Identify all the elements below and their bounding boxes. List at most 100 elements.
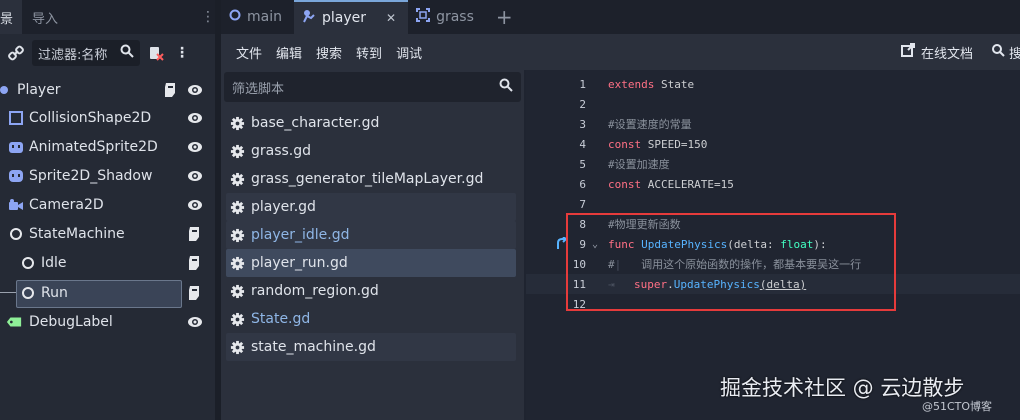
tree-node-debuglabel[interactable]: DebugLabel bbox=[0, 308, 215, 336]
search-help-button[interactable]: 搜 bbox=[991, 34, 1020, 70]
tree-node-player[interactable]: Player bbox=[0, 76, 215, 104]
tree-node-label: DebugLabel bbox=[29, 314, 113, 330]
code-keyword: const bbox=[608, 137, 642, 151]
code-line: 1 extends State bbox=[526, 74, 1020, 94]
animated-sprite-icon bbox=[8, 139, 24, 155]
gear-icon bbox=[229, 227, 245, 243]
script-item[interactable]: grass_generator_tileMapLayer.gd bbox=[226, 165, 516, 193]
visibility-eye-icon[interactable] bbox=[187, 139, 203, 155]
line-number: 2 bbox=[579, 97, 586, 111]
code-keyword: const bbox=[608, 177, 642, 191]
tree-node-run[interactable]: Run bbox=[0, 279, 215, 307]
script-item[interactable]: State.gd bbox=[226, 305, 516, 333]
link-icon[interactable] bbox=[6, 43, 26, 63]
tree-node-statemachine[interactable]: StateMachine bbox=[0, 220, 215, 248]
sprite-icon bbox=[8, 168, 24, 184]
script-icon[interactable] bbox=[163, 82, 177, 98]
line-number: 1 bbox=[579, 77, 586, 91]
gear-icon bbox=[229, 115, 245, 131]
line-number: 7 bbox=[579, 197, 586, 211]
code-text: SPEED=150 bbox=[641, 137, 708, 151]
visibility-eye-icon[interactable] bbox=[187, 168, 203, 184]
node2d-player-icon bbox=[0, 82, 16, 98]
tree-node-label: Player bbox=[17, 82, 61, 98]
scene-dock: 景 导入 ⋮ 过滤器:名称 ⋮ Player CollisionShape2D … bbox=[0, 0, 215, 420]
script-name: player_idle.gd bbox=[251, 227, 350, 243]
tab-scene[interactable]: 景 bbox=[0, 0, 22, 34]
script-icon[interactable] bbox=[187, 255, 201, 271]
gear-icon bbox=[229, 143, 245, 159]
tree-node-label: Camera2D bbox=[29, 197, 104, 213]
script-item-selected[interactable]: player_run.gd bbox=[226, 249, 516, 277]
script-icon[interactable] bbox=[187, 285, 201, 301]
tree-node-collisionshape2d[interactable]: CollisionShape2D bbox=[0, 104, 215, 132]
script-filter-input[interactable]: 筛选脚本 bbox=[224, 72, 521, 102]
script-icon[interactable] bbox=[187, 226, 201, 242]
visibility-eye-icon[interactable] bbox=[187, 110, 203, 126]
menu-edit[interactable]: 编辑 bbox=[269, 43, 309, 62]
tree-connector bbox=[0, 292, 16, 293]
script-name: player.gd bbox=[251, 199, 316, 215]
script-item[interactable]: grass.gd bbox=[226, 137, 516, 165]
online-docs-button[interactable]: 在线文档 bbox=[901, 34, 973, 70]
script-name: player_run.gd bbox=[251, 255, 348, 271]
scene-toolbar: 过滤器:名称 ⋮ bbox=[0, 34, 215, 72]
search-help-label: 搜 bbox=[1009, 46, 1020, 62]
tree-node-label: CollisionShape2D bbox=[29, 110, 152, 126]
node-circle-icon bbox=[20, 255, 36, 271]
script-item[interactable]: player.gd bbox=[226, 193, 516, 221]
dock-menu-icon[interactable]: ⋮ bbox=[201, 0, 215, 34]
player-scene-icon bbox=[302, 9, 316, 27]
detach-script-icon[interactable] bbox=[146, 43, 166, 63]
script-item[interactable]: state_machine.gd bbox=[226, 333, 516, 361]
tree-node-animatedsprite2d[interactable]: AnimatedSprite2D bbox=[0, 133, 215, 161]
script-list-panel: 筛选脚本 base_character.gd grass.gd grass_ge… bbox=[221, 70, 524, 420]
script-menu-bar: 文件 编辑 搜索 转到 调试 在线文档 搜 bbox=[221, 34, 1020, 70]
node-circle-icon bbox=[8, 226, 24, 242]
script-item[interactable]: base_character.gd bbox=[226, 109, 516, 137]
script-item[interactable]: player_idle.gd bbox=[226, 221, 516, 249]
tree-node-camera2d[interactable]: Camera2D bbox=[0, 191, 215, 219]
tab-grass[interactable]: grass bbox=[408, 0, 486, 34]
tree-node-label: AnimatedSprite2D bbox=[29, 139, 158, 155]
gear-icon bbox=[229, 199, 245, 215]
tree-node-idle[interactable]: Idle bbox=[0, 249, 215, 277]
node-filter-input[interactable]: 过滤器:名称 bbox=[32, 40, 140, 66]
tree-node-label: Sprite2D_Shadow bbox=[29, 168, 153, 184]
menu-debug[interactable]: 调试 bbox=[389, 43, 429, 62]
gear-icon bbox=[229, 171, 245, 187]
script-item[interactable]: random_region.gd bbox=[226, 277, 516, 305]
line-number: 5 bbox=[579, 157, 586, 171]
gear-icon bbox=[229, 283, 245, 299]
code-keyword: extends bbox=[608, 77, 655, 91]
tab-import[interactable]: 导入 bbox=[22, 0, 68, 34]
script-name: state_machine.gd bbox=[251, 339, 376, 355]
tree-node-label: StateMachine bbox=[29, 226, 125, 242]
visibility-eye-icon[interactable] bbox=[187, 197, 203, 213]
menu-file[interactable]: 文件 bbox=[229, 43, 269, 62]
watermark-sub: @51CTO博客 bbox=[922, 400, 993, 413]
add-tab-button[interactable]: + bbox=[486, 0, 523, 34]
line-number: 4 bbox=[579, 137, 586, 151]
tab-main[interactable]: main bbox=[221, 0, 294, 34]
close-icon[interactable]: ✕ bbox=[386, 11, 396, 25]
script-name: State.gd bbox=[251, 311, 311, 327]
search-icon bbox=[499, 78, 513, 96]
tree-node-label: Run bbox=[41, 285, 68, 301]
code-line: 5 #设置加速度 bbox=[526, 154, 1020, 174]
line-number: 6 bbox=[579, 177, 586, 191]
menu-goto[interactable]: 转到 bbox=[349, 43, 389, 62]
visibility-eye-icon[interactable] bbox=[187, 82, 203, 98]
collision-shape-icon bbox=[8, 110, 24, 126]
code-line: 7 bbox=[526, 194, 1020, 214]
code-line: 4 const SPEED=150 bbox=[526, 134, 1020, 154]
visibility-eye-icon[interactable] bbox=[187, 314, 203, 330]
search-icon bbox=[120, 44, 134, 62]
code-line: 3 #设置速度的常量 bbox=[526, 114, 1020, 134]
tree-node-sprite2d-shadow[interactable]: Sprite2D_Shadow bbox=[0, 162, 215, 190]
tab-label: main bbox=[247, 9, 282, 25]
more-options-icon[interactable]: ⋮ bbox=[172, 43, 192, 63]
tab-player[interactable]: player ✕ bbox=[293, 0, 409, 34]
frame-icon bbox=[416, 8, 431, 26]
menu-search[interactable]: 搜索 bbox=[309, 43, 349, 62]
